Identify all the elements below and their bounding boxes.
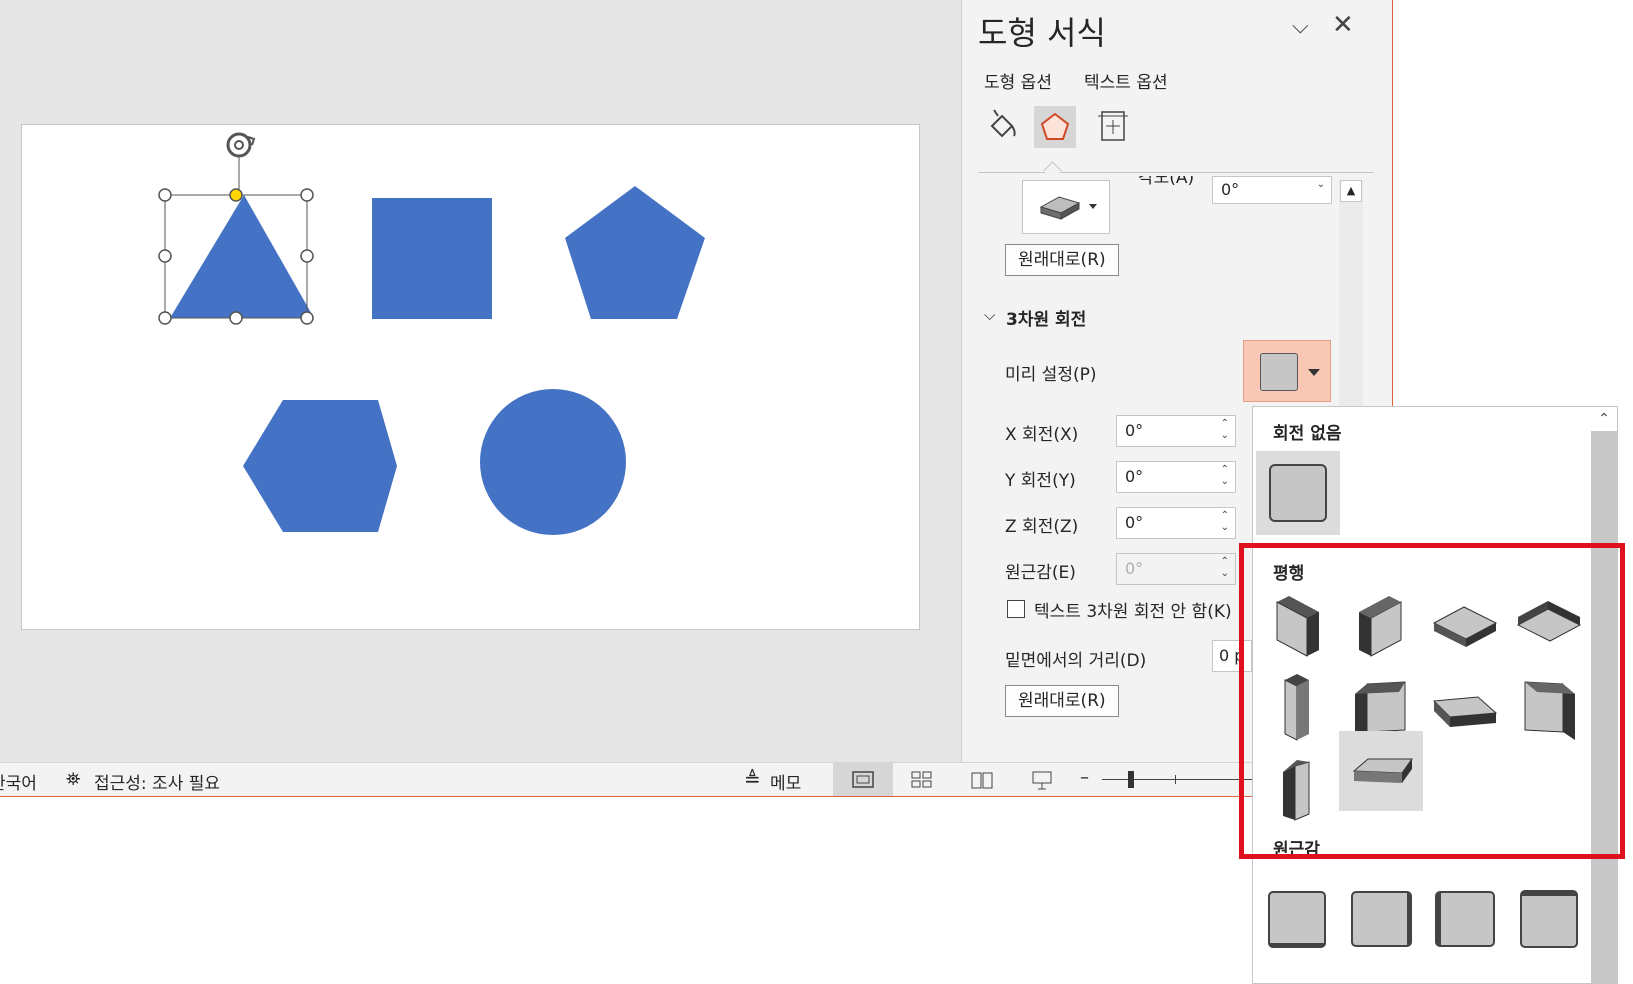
effects-icon[interactable]: [1034, 106, 1076, 148]
slide[interactable]: [21, 124, 920, 630]
perspective-label: 원근감(E): [1005, 563, 1076, 583]
language-indicator[interactable]: 한국어: [0, 769, 37, 794]
y-rotation-input[interactable]: 0° ⌃ ⌄: [1116, 461, 1236, 493]
perspective-input[interactable]: 0° ⌃ ⌄: [1116, 553, 1236, 585]
tab-pointer: [1043, 161, 1062, 180]
preset-perspective-1[interactable]: [1255, 877, 1339, 961]
zoom-slider[interactable]: [1102, 779, 1252, 780]
pane-title: 도형 서식: [978, 14, 1106, 52]
square-shape[interactable]: [372, 198, 492, 319]
adjust-handle[interactable]: [229, 188, 243, 202]
rotation-preset-button[interactable]: [1243, 340, 1331, 402]
pentagon-shape[interactable]: [565, 186, 705, 319]
bevel-preset-button[interactable]: [1022, 180, 1110, 234]
slideshow-icon[interactable]: [1030, 769, 1054, 791]
x-rotation-label: X 회전(X): [1005, 425, 1079, 445]
slide-sorter-icon[interactable]: [910, 769, 934, 791]
z-rotation-label: Z 회전(Z): [1005, 517, 1079, 537]
fill-line-icon[interactable]: [984, 106, 1022, 144]
keep-text-flat-label: 텍스트 3차원 회전 안 함(K): [1034, 602, 1232, 622]
caret-down-icon: [1308, 369, 1320, 376]
zoom-slider-thumb[interactable]: [1128, 771, 1134, 788]
tab-divider: [978, 172, 1374, 173]
y-rotation-label: Y 회전(Y): [1005, 471, 1076, 491]
status-bar: 한국어 ⛯ 접근성: 조사 필요 ≜ 메모 –: [0, 762, 1391, 796]
z-rotation-input[interactable]: 0° ⌃ ⌄: [1116, 507, 1236, 539]
preset-perspective-2[interactable]: [1339, 877, 1423, 961]
hexagon-shape[interactable]: [243, 400, 397, 532]
reset-button-2[interactable]: 원래대로(R): [1005, 685, 1119, 717]
x-rotation-input[interactable]: 0° ⌃ ⌄: [1116, 415, 1236, 447]
keep-text-flat-checkbox[interactable]: [1007, 600, 1025, 618]
close-icon[interactable]: ✕: [1332, 10, 1354, 40]
scroll-up-icon[interactable]: ▲: [1340, 180, 1362, 202]
slide-shapes: [158, 132, 705, 535]
tab-shape-options[interactable]: 도형 옵션: [984, 68, 1052, 93]
accessibility-icon: ⛯: [66, 769, 81, 790]
preset-perspective-4[interactable]: [1507, 877, 1591, 961]
accessibility-status[interactable]: 접근성: 조사 필요: [94, 769, 220, 794]
preset-no-rotation[interactable]: [1256, 451, 1340, 535]
angle-input[interactable]: 0° ⌄: [1212, 176, 1332, 204]
normal-view-button[interactable]: [833, 763, 893, 796]
group-no-rotation: 회전 없음: [1273, 424, 1342, 444]
chevron-down-icon[interactable]: ⌵: [1292, 14, 1309, 39]
notes-button[interactable]: 메모: [770, 769, 801, 794]
reading-view-icon[interactable]: [970, 769, 994, 791]
triangle-shape[interactable]: [170, 195, 314, 318]
chevron-down-icon[interactable]: ⌵: [984, 306, 995, 324]
distance-label: 밑면에서의 거리(D): [1005, 651, 1147, 671]
section-3d-rotation[interactable]: 3차원 회전: [1006, 305, 1086, 330]
preset-label: 미리 설정(P): [1005, 365, 1097, 385]
notes-icon: ≜: [744, 767, 761, 791]
gallery-scroll-up-icon[interactable]: ⌃: [1591, 407, 1617, 431]
rotation-handle-icon[interactable]: [226, 132, 256, 158]
zoom-out-icon[interactable]: –: [1080, 767, 1089, 788]
reset-button[interactable]: 원래대로(R): [1005, 244, 1119, 276]
highlight-box: [1239, 543, 1625, 859]
angle-label: 각도(A): [1138, 176, 1195, 188]
powerpoint-window: 도형 서식 ⌵ ✕ 도형 옵션 텍스트 옵션 각도(A) 0° ⌄ 원래대로(R)…: [0, 0, 1393, 797]
zoom-slider-tick: [1175, 775, 1176, 784]
slide-canvas-area: [0, 0, 960, 762]
circle-shape[interactable]: [480, 389, 626, 535]
preset-perspective-3[interactable]: [1423, 877, 1507, 961]
tab-text-options[interactable]: 텍스트 옵션: [1084, 68, 1168, 93]
size-properties-icon[interactable]: [1094, 106, 1132, 144]
